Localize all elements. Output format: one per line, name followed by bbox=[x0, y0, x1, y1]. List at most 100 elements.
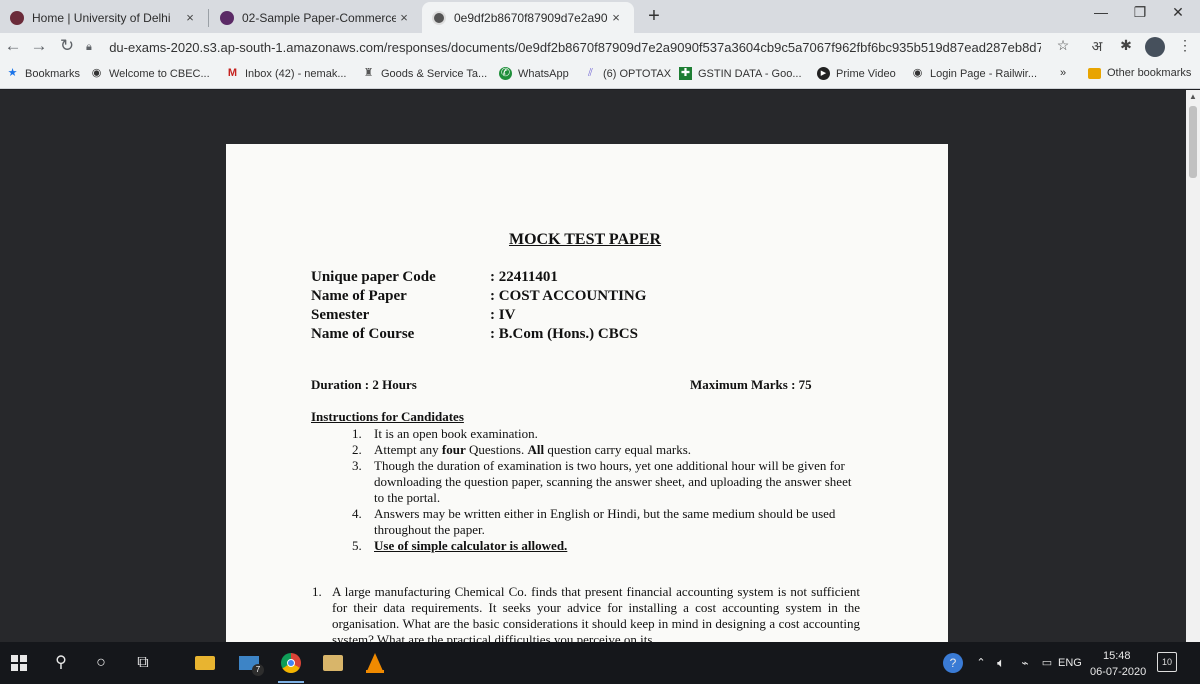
du-favicon-icon bbox=[220, 10, 234, 25]
back-button[interactable]: ← bbox=[2, 36, 24, 56]
mail-app-icon[interactable]: 7 bbox=[236, 650, 264, 676]
meta-value: : B.Com (Hons.) CBCS bbox=[490, 326, 638, 342]
emblem-icon: ♜ bbox=[363, 67, 374, 79]
optotax-icon: ⫽ bbox=[588, 67, 593, 79]
meta-value: : 22411401 bbox=[490, 269, 558, 285]
tab-document-active[interactable]: 0e9df2b8670f87909d7e2a9090f5 × bbox=[422, 2, 634, 33]
help-icon[interactable]: ? bbox=[940, 650, 966, 676]
bookmark-item[interactable]: ▶ Prime Video bbox=[817, 67, 896, 80]
bookmark-label: Bookmarks bbox=[25, 67, 81, 80]
bookmarks-overflow-button[interactable]: » bbox=[1060, 67, 1066, 79]
chrome-taskbar-icon[interactable] bbox=[278, 650, 304, 683]
tab-university-of-delhi[interactable]: Home | University of Delhi × bbox=[0, 2, 208, 33]
instruction-item: 1. It is an open book examination. bbox=[352, 426, 852, 442]
other-bookmarks[interactable]: Other bookmarks bbox=[1088, 67, 1191, 79]
reload-button[interactable]: ↻ bbox=[56, 36, 78, 56]
scroll-up-icon[interactable]: ▲ bbox=[1186, 92, 1200, 101]
minimize-button[interactable]: — bbox=[1089, 4, 1113, 20]
new-tab-button[interactable]: + bbox=[644, 5, 664, 28]
profile-avatar[interactable] bbox=[1145, 37, 1165, 57]
bookmark-item[interactable]: ◉ Welcome to CBEC... bbox=[90, 67, 210, 80]
file-explorer-icon[interactable] bbox=[192, 650, 218, 676]
battery-icon[interactable]: ▭ bbox=[1034, 650, 1060, 676]
bookmark-star-icon[interactable]: ☆ bbox=[1052, 37, 1074, 54]
play-icon: ▶ bbox=[817, 67, 830, 80]
forward-button[interactable]: → bbox=[28, 36, 50, 56]
bookmark-item[interactable]: ★ Bookmarks bbox=[6, 67, 80, 80]
globe-icon: ◉ bbox=[912, 67, 923, 79]
bookmark-label: Login Page - Railwir... bbox=[930, 67, 1037, 80]
instruction-text: It is an open book examination. bbox=[374, 426, 538, 441]
translate-icon[interactable]: अ bbox=[1086, 37, 1108, 56]
instructions-heading: Instructions for Candidates bbox=[311, 409, 464, 424]
clock-date[interactable]: 06-07-2020 bbox=[1090, 666, 1146, 678]
cortana-icon[interactable]: ○ bbox=[88, 650, 114, 676]
maximum-marks-text: Maximum Marks : 75 bbox=[690, 377, 812, 392]
photos-icon[interactable] bbox=[320, 650, 346, 676]
close-tab-icon[interactable]: × bbox=[396, 10, 412, 25]
close-tab-icon[interactable]: × bbox=[608, 10, 624, 25]
volume-icon[interactable]: 🔈︎ bbox=[988, 650, 1014, 676]
language-indicator[interactable]: ENG bbox=[1058, 657, 1082, 669]
bookmark-item[interactable]: ⫽ (6) OPTOTAX bbox=[584, 67, 671, 80]
bookmark-label: GSTIN DATA - Goo... bbox=[698, 67, 802, 80]
instruction-number: 4. bbox=[352, 506, 362, 521]
chrome-menu-icon[interactable]: ⋮ bbox=[1174, 37, 1196, 54]
mail-badge: 7 bbox=[252, 664, 264, 676]
meta-row: Name of Course : B.Com (Hons.) CBCS bbox=[311, 326, 831, 346]
meta-label: Unique paper Code bbox=[311, 269, 436, 285]
close-window-button[interactable]: ✕ bbox=[1166, 4, 1190, 21]
bookmark-label: Goods & Service Ta... bbox=[381, 67, 488, 80]
search-icon[interactable]: ⚲ bbox=[48, 650, 74, 676]
instruction-number: 5. bbox=[352, 538, 362, 553]
bookmark-label: Other bookmarks bbox=[1107, 67, 1192, 79]
bookmark-label: Welcome to CBEC... bbox=[109, 67, 210, 80]
instruction-text: Though the duration of examination is tw… bbox=[374, 458, 852, 505]
address-bar[interactable]: 🔒︎ du-exams-2020.s3.ap-south-1.amazonaws… bbox=[86, 35, 1041, 59]
instruction-number: 3. bbox=[352, 458, 362, 473]
lock-icon: 🔒︎ bbox=[86, 40, 92, 53]
instruction-text: Answers may be written either in English… bbox=[374, 506, 836, 537]
restore-button[interactable]: ❐ bbox=[1128, 4, 1152, 21]
windows-start-icon[interactable] bbox=[6, 650, 32, 676]
instruction-number: 1. bbox=[352, 426, 362, 441]
bookmark-item[interactable]: ✆ WhatsApp bbox=[499, 67, 569, 80]
bookmark-item[interactable]: ◉ Login Page - Railwir... bbox=[911, 67, 1037, 80]
vlc-icon[interactable] bbox=[362, 650, 388, 676]
tab-title: 02-Sample Paper-Commerce bbox=[242, 10, 396, 25]
duration-text: Duration : 2 Hours bbox=[311, 377, 417, 392]
clock-time[interactable]: 15:48 bbox=[1103, 650, 1131, 662]
globe-favicon-icon bbox=[432, 10, 446, 25]
question-1: 1. A large manufacturing Chemical Co. fi… bbox=[312, 584, 860, 642]
star-icon: ★ bbox=[7, 67, 18, 79]
instruction-text: Attempt any four Questions. All question… bbox=[374, 442, 692, 457]
task-view-icon[interactable]: ⧉ bbox=[130, 650, 156, 676]
folder-icon bbox=[1088, 67, 1101, 79]
tab-title: Home | University of Delhi bbox=[32, 10, 171, 25]
extensions-icon[interactable]: ✱ bbox=[1115, 37, 1137, 54]
bookmark-label: Prime Video bbox=[836, 67, 896, 80]
meta-label: Name of Paper bbox=[311, 288, 407, 304]
vertical-scrollbar[interactable]: ▲ bbox=[1186, 90, 1200, 642]
tab-sample-paper-commerce[interactable]: 02-Sample Paper-Commerce × bbox=[210, 2, 422, 33]
whatsapp-icon: ✆ bbox=[499, 67, 512, 80]
notifications-button[interactable]: 10 bbox=[1157, 652, 1177, 672]
bookmark-item[interactable]: ✚ GSTIN DATA - Goo... bbox=[679, 67, 802, 80]
scrollbar-thumb[interactable] bbox=[1189, 106, 1197, 178]
question-text: A large manufacturing Chemical Co. finds… bbox=[332, 584, 860, 642]
instruction-item: 2. Attempt any four Questions. All quest… bbox=[352, 442, 852, 458]
close-tab-icon[interactable]: × bbox=[182, 10, 198, 25]
bookmark-label: Inbox (42) - nemak... bbox=[245, 67, 347, 80]
tab-separator bbox=[208, 9, 209, 27]
sheets-icon: ✚ bbox=[679, 67, 692, 80]
instruction-text: Use of simple calculator is allowed. bbox=[374, 538, 568, 553]
globe-icon: ◉ bbox=[91, 67, 102, 79]
meta-row: Semester : IV bbox=[311, 307, 831, 327]
meta-value: : IV bbox=[490, 307, 516, 323]
url-text: du-exams-2020.s3.ap-south-1.amazonaws.co… bbox=[109, 39, 1041, 55]
bookmark-item[interactable]: ♜ Goods & Service Ta... bbox=[362, 67, 488, 80]
bookmark-item[interactable]: M Inbox (42) - nemak... bbox=[226, 67, 347, 80]
instruction-item: 3. Though the duration of examination is… bbox=[352, 458, 852, 506]
bookmark-label: WhatsApp bbox=[518, 67, 569, 80]
tab-title: 0e9df2b8670f87909d7e2a9090f5 bbox=[454, 10, 608, 25]
